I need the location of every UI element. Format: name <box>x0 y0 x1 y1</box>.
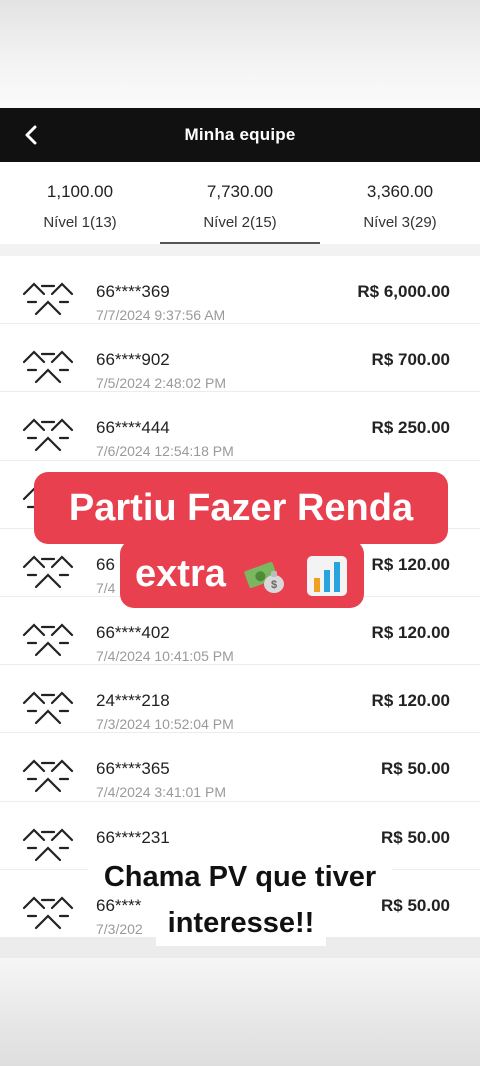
list-item[interactable]: 66****365 7/4/2024 3:41:01 PM R$ 50.00 <box>0 733 480 802</box>
page-title: Minha equipe <box>184 125 296 144</box>
member-phone: 66 <box>96 554 115 574</box>
member-phone: 66****402 <box>96 622 170 642</box>
tab-level-1[interactable]: 1,100.00 Nível 1(13) <box>0 162 160 244</box>
list-item[interactable]: 24****218 7/3/2024 10:52:04 PM R$ 120.00 <box>0 665 480 734</box>
list-item[interactable]: 66****369 7/7/2024 9:37:56 AM R$ 6,000.0… <box>0 256 480 325</box>
tab-amount: 1,100.00 <box>46 182 114 201</box>
logo-avatar-icon <box>22 623 74 657</box>
list-item[interactable]: 66****444 7/6/2024 12:54:18 PM R$ 250.00 <box>0 392 480 461</box>
member-date: 7/3/202 <box>96 920 143 937</box>
tab-level-3[interactable]: 3,360.00 Nível 3(29) <box>320 162 480 244</box>
logo-avatar-icon <box>22 759 74 793</box>
member-value: R$ 120.00 <box>371 622 450 642</box>
bottom-blur-area <box>0 958 480 1066</box>
logo-avatar-icon <box>22 827 74 861</box>
member-date: 7/5/2024 2:48:02 PM <box>96 375 226 392</box>
tab-label: Nível 2(15) <box>203 214 277 231</box>
app-header: Minha equipe <box>0 108 480 162</box>
member-phone: 66****902 <box>96 350 170 370</box>
promo-banner-line-1: Partiu Fazer Renda <box>34 472 448 544</box>
member-phone: 66****365 <box>96 759 170 779</box>
member-phone: 66****444 <box>96 418 170 438</box>
tab-amount: 3,360.00 <box>366 182 434 201</box>
member-date: 7/6/2024 12:54:18 PM <box>96 443 234 460</box>
logo-avatar-icon <box>22 691 74 725</box>
member-date: 7/4 <box>96 579 116 596</box>
member-date: 7/4/2024 3:41:01 PM <box>96 784 226 801</box>
member-phone: 66****231 <box>96 827 170 847</box>
divider <box>0 244 480 256</box>
caption-text: interesse!! <box>167 907 315 939</box>
caption-line-2: interesse!! <box>156 900 326 946</box>
member-value: R$ 120.00 <box>371 554 450 574</box>
svg-text:$: $ <box>271 579 277 591</box>
logo-avatar-icon <box>22 418 74 452</box>
banner-text: extra <box>135 553 226 595</box>
back-button[interactable] <box>14 118 48 152</box>
member-value: R$ 700.00 <box>371 350 450 370</box>
tab-label: Nível 1(13) <box>43 214 117 231</box>
logo-avatar-icon <box>22 896 74 929</box>
chevron-left-icon <box>25 125 37 145</box>
member-value: R$ 50.00 <box>381 759 450 779</box>
member-phone: 24****218 <box>96 691 170 711</box>
member-value: R$ 120.00 <box>371 691 450 711</box>
member-date: 7/7/2024 9:37:56 AM <box>96 307 226 323</box>
tab-level-2[interactable]: 7,730.00 Nível 2(15) <box>160 162 320 244</box>
member-date: 7/3/2024 10:52:04 PM <box>96 716 234 733</box>
tab-amount: 7,730.00 <box>206 182 274 201</box>
money-bag-icon: $ <box>244 561 285 593</box>
member-date: 7/4/2024 10:41:05 PM <box>96 647 234 664</box>
tab-label: Nível 3(29) <box>363 214 437 231</box>
promo-banner-line-2: extra $ <box>120 540 364 608</box>
caption-text: Chama PV que tiver <box>103 861 377 893</box>
caption-line-1: Chama PV que tiver <box>88 855 392 899</box>
member-value: R$ 50.00 <box>381 827 450 847</box>
level-tabs: 1,100.00 Nível 1(13) 7,730.00 Nível 2(15… <box>0 162 480 244</box>
logo-avatar-icon <box>22 350 74 384</box>
bar-chart-icon <box>306 555 347 596</box>
top-blur-area <box>0 0 480 108</box>
banner-text: Partiu Fazer Renda <box>68 487 414 529</box>
member-phone: 66****369 <box>96 282 170 301</box>
member-value: R$ 6,000.00 <box>357 282 450 301</box>
member-value: R$ 250.00 <box>371 418 450 438</box>
logo-avatar-icon <box>22 282 74 316</box>
list-item[interactable]: 66****902 7/5/2024 2:48:02 PM R$ 700.00 <box>0 324 480 393</box>
logo-avatar-icon <box>22 555 74 588</box>
